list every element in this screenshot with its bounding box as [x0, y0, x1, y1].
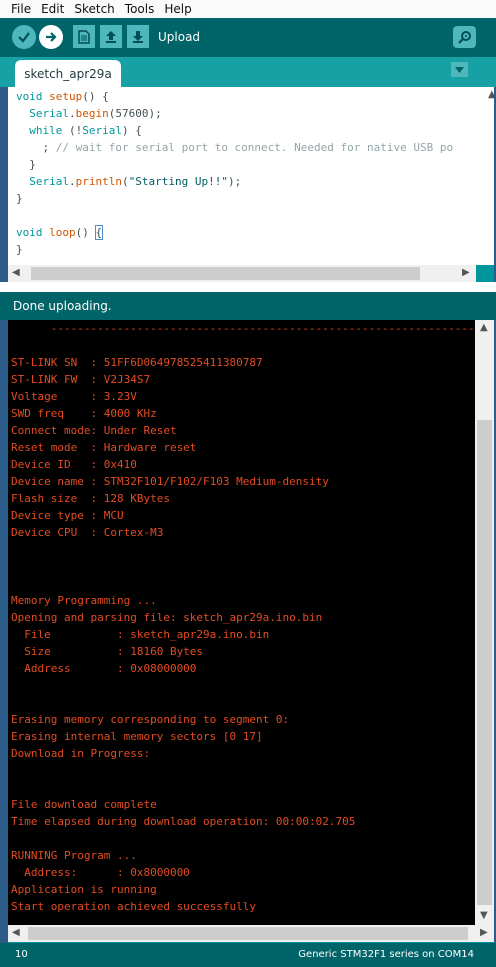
- menu-bar: File Edit Sketch Tools Help: [0, 0, 496, 18]
- save-button[interactable]: [127, 25, 149, 48]
- code-line-2: Serial.begin(57600);: [29, 107, 162, 120]
- console-scroll-thumb[interactable]: [477, 420, 492, 905]
- console-line: Download in Progress:: [11, 747, 151, 760]
- serial-monitor-icon: [457, 31, 471, 44]
- code-line-7: }: [16, 192, 23, 205]
- line-number: 10: [15, 949, 28, 960]
- status-bar: Done uploading.: [0, 292, 496, 320]
- code-line-6: Serial.println("Starting Up!!");: [29, 175, 242, 188]
- editor-scroll-thumb[interactable]: [31, 267, 420, 280]
- console-line: ST-LINK SN : 51FF6D064978525411380787: [11, 356, 263, 369]
- console-line: Application is running: [11, 883, 157, 896]
- new-icon: [78, 29, 90, 44]
- console-hscroll-thumb[interactable]: [28, 927, 468, 940]
- open-icon: [106, 30, 116, 43]
- serial-monitor-button[interactable]: [453, 26, 476, 48]
- console-line: Opening and parsing file: sketch_apr29a.…: [11, 611, 323, 624]
- console-line: ST-LINK FW : V2J34S7: [11, 373, 151, 386]
- console-line: Device CPU : Cortex-M3: [11, 526, 164, 539]
- scroll-right-icon[interactable]: ▶: [480, 927, 488, 938]
- console-line: Time elapsed during download operation: …: [11, 815, 356, 828]
- console-line: SWD freq : 4000 KHz: [11, 407, 157, 420]
- pane-divider[interactable]: [0, 282, 496, 292]
- menu-tools[interactable]: Tools: [119, 0, 159, 17]
- console-line: Erasing memory corresponding to segment …: [11, 713, 290, 726]
- code-line-9: void loop() {: [16, 225, 104, 240]
- console-line: Reset mode : Hardware reset: [11, 441, 197, 454]
- save-icon: [133, 30, 143, 43]
- code-line-3: while (!Serial) {: [29, 124, 142, 137]
- console-line: Device type : MCU: [11, 509, 124, 522]
- verify-button[interactable]: [12, 25, 36, 49]
- scroll-down-icon[interactable]: ▼: [480, 910, 488, 921]
- console-line: Voltage : 3.23V: [11, 390, 137, 403]
- tab-sketch[interactable]: sketch_apr29a: [15, 60, 121, 87]
- console-vertical-scrollbar[interactable]: ▲ ▼: [475, 320, 494, 925]
- status-message: Done uploading.: [13, 299, 112, 313]
- footer-bar: 10 Generic STM32F1 series on COM14: [0, 943, 496, 967]
- verify-icon: [18, 32, 30, 43]
- console-line: File download complete: [11, 798, 157, 811]
- console-line: Start operation achieved successfully: [11, 900, 257, 913]
- console-line: Flash size : 128 KBytes: [11, 492, 170, 505]
- toolbar-hover-label: Upload: [158, 30, 201, 44]
- console-line: Erasing internal memory sectors [0 17]: [11, 730, 263, 743]
- console-line: Device ID : 0x410: [11, 458, 137, 471]
- scroll-right-icon[interactable]: ▶: [462, 267, 470, 278]
- scroll-left-icon[interactable]: ◀: [12, 927, 20, 938]
- board-port-info: Generic STM32F1 series on COM14: [298, 949, 474, 960]
- menu-help[interactable]: Help: [158, 0, 195, 17]
- menu-file[interactable]: File: [0, 0, 35, 17]
- code-line-5: }: [16, 158, 36, 171]
- editor-vertical-scrollbar[interactable]: ▲: [484, 87, 494, 265]
- chevron-down-icon: [455, 66, 464, 73]
- code-line-4: ; // wait for serial port to connect. Ne…: [16, 141, 454, 154]
- console-line: ----------------------------------------…: [11, 322, 475, 335]
- console-output[interactable]: ----------------------------------------…: [8, 320, 475, 925]
- scroll-up-icon[interactable]: ▲: [488, 89, 494, 100]
- console-line: Address : 0x08000000: [11, 662, 197, 675]
- console-line: Address: : 0x8000000: [11, 866, 190, 879]
- scroll-left-icon[interactable]: ◀: [12, 267, 20, 278]
- console-line: File : sketch_apr29a.ino.bin: [11, 628, 270, 641]
- window-left-edge: [0, 87, 8, 943]
- code-editor[interactable]: void setup() { Serial.begin(57600); whil…: [8, 87, 494, 265]
- tab-bar: sketch_apr29a: [0, 57, 496, 87]
- open-button[interactable]: [100, 25, 122, 48]
- upload-button[interactable]: [39, 25, 63, 49]
- code-line-1: void setup() {: [16, 90, 109, 103]
- new-button[interactable]: [73, 25, 95, 48]
- console-line: RUNNING Program ...: [11, 849, 137, 862]
- toolbar: Upload: [0, 18, 496, 57]
- console-line: Device name : STM32F101/F102/F103 Medium…: [11, 475, 329, 488]
- console-horizontal-scrollbar[interactable]: ◀ ▶: [8, 925, 494, 942]
- scroll-up-icon[interactable]: ▲: [480, 322, 488, 333]
- tab-menu-button[interactable]: [451, 62, 468, 77]
- console-line: Connect mode: Under Reset: [11, 424, 177, 437]
- upload-icon: [46, 32, 57, 42]
- editor-horizontal-scrollbar[interactable]: ◀ ▶: [8, 265, 476, 282]
- console-line: Memory Programming ...: [11, 594, 157, 607]
- menu-edit[interactable]: Edit: [35, 0, 68, 17]
- menu-sketch[interactable]: Sketch: [68, 0, 118, 17]
- code-line-10: }: [16, 243, 23, 256]
- console-line: Size : 18160 Bytes: [11, 645, 204, 658]
